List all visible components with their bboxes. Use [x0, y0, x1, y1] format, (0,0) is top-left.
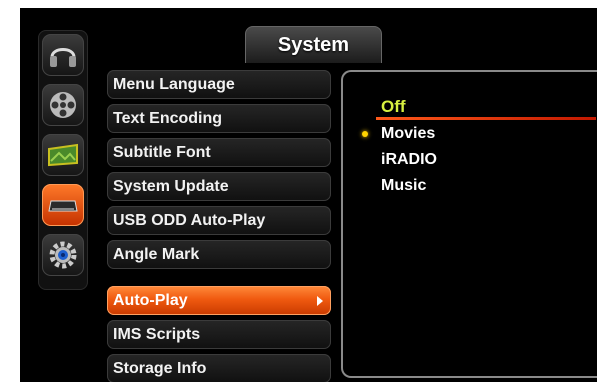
menu-item-system-update[interactable]: System Update — [107, 172, 331, 201]
chevron-right-icon — [317, 296, 323, 306]
system-device-icon — [48, 200, 78, 212]
menu-item-ims-scripts[interactable]: IMS Scripts — [107, 320, 331, 349]
option-music[interactable]: Music — [381, 177, 426, 195]
menu-item-label: Auto-Play — [113, 292, 188, 309]
settings-gear-icon — [49, 241, 77, 269]
menu-item-text-encoding[interactable]: Text Encoding — [107, 104, 331, 133]
option-off[interactable]: Off — [381, 97, 406, 117]
menu-item-auto-play[interactable]: Auto-Play — [107, 286, 331, 315]
category-sidebar — [38, 30, 88, 290]
option-movies[interactable]: Movies — [381, 125, 435, 143]
photo-category[interactable] — [42, 134, 84, 176]
page-title: System — [245, 26, 382, 63]
option-iradio[interactable]: iRADIO — [381, 151, 437, 169]
screen: System Menu Language Text Encoding Subti… — [20, 8, 597, 382]
current-selection-dot-icon — [362, 131, 368, 137]
options-panel: Off Movies iRADIO Music — [341, 70, 597, 378]
photo-icon — [48, 143, 78, 167]
menu-item-usb-odd-auto-play[interactable]: USB ODD Auto-Play — [107, 206, 331, 235]
menu-item-storage-info[interactable]: Storage Info — [107, 354, 331, 382]
headphones-icon — [50, 48, 76, 67]
menu-item-angle-mark[interactable]: Angle Mark — [107, 240, 331, 269]
system-category[interactable] — [42, 184, 84, 226]
film-reel-icon — [50, 92, 76, 118]
music-category[interactable] — [42, 34, 84, 76]
settings-category[interactable] — [42, 234, 84, 276]
movies-category[interactable] — [42, 84, 84, 126]
menu-item-subtitle-font[interactable]: Subtitle Font — [107, 138, 331, 167]
highlight-underline — [376, 117, 596, 120]
menu-item-menu-language[interactable]: Menu Language — [107, 70, 331, 99]
